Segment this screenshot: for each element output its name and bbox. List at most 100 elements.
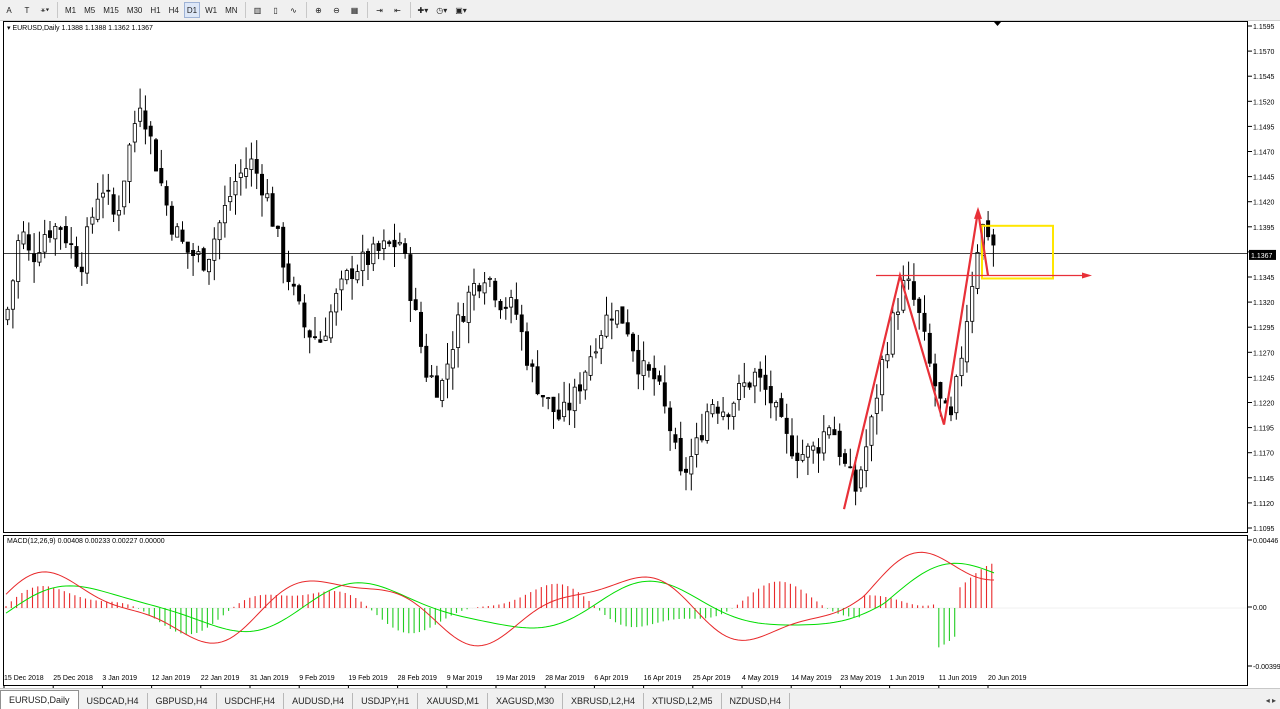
chart-tab[interactable]: XBRUSD,L2,H4 xyxy=(563,693,645,709)
candle-up xyxy=(238,172,243,178)
timeframe-mn-button[interactable]: MN xyxy=(222,2,240,18)
line-chart-icon[interactable]: ∿ xyxy=(286,2,302,18)
candle-down xyxy=(609,318,614,321)
tab-scroll-arrows-icon[interactable]: ◂ ▸ xyxy=(1266,696,1276,705)
chart-tab[interactable]: USDCHF,H4 xyxy=(217,693,285,709)
indicators-dropdown-icon[interactable]: ✚▾ xyxy=(415,2,432,18)
chart-window[interactable]: ▾ EURUSD,Daily 1.1388 1.1388 1.1362 1.13… xyxy=(0,21,1280,688)
candle-up xyxy=(970,286,975,322)
price-tick-label: 1.1520 xyxy=(1253,99,1275,106)
candle-up xyxy=(896,311,901,315)
chart-tab[interactable]: NZDUSD,H4 xyxy=(722,693,791,709)
candle-down xyxy=(620,306,625,324)
candle-down xyxy=(673,434,678,443)
candle-down xyxy=(567,402,572,411)
chart-shift-icon[interactable]: ⇤ xyxy=(390,2,406,18)
candle-up xyxy=(206,258,211,273)
candle-up xyxy=(116,210,121,216)
candle-up xyxy=(53,225,58,240)
templates-dropdown-icon[interactable]: ▣▾ xyxy=(452,2,470,18)
candle-up xyxy=(212,238,217,261)
candle-down xyxy=(917,298,922,313)
candle-down xyxy=(259,173,264,196)
candle-down xyxy=(514,299,519,315)
chart-tab[interactable]: USDCAD,H4 xyxy=(79,693,148,709)
shapes-dropdown-icon[interactable]: ⚹▾ xyxy=(37,2,53,18)
price-tick-label: 1.1495 xyxy=(1253,124,1275,131)
candle-down xyxy=(418,311,423,347)
candle-up xyxy=(774,402,779,408)
candle-down xyxy=(32,253,37,263)
candle-up xyxy=(964,321,969,363)
candle-down xyxy=(535,366,540,395)
candle-down xyxy=(477,285,482,292)
zoom-out-icon[interactable]: ⊖ xyxy=(329,2,345,18)
toolbar-separator xyxy=(244,2,246,18)
candle-down xyxy=(387,241,392,245)
candle-down xyxy=(768,386,773,404)
chart-tabs-bar: EURUSD,Daily USDCAD,H4 GBPUSD,H4 USDCHF,H4 A… xyxy=(0,688,1280,709)
timeframe-m15-button[interactable]: M15 xyxy=(100,2,122,18)
chart-tab[interactable]: USDJPY,H1 xyxy=(353,693,419,709)
timeframe-w1-button[interactable]: W1 xyxy=(202,2,220,18)
candle-up xyxy=(328,311,333,339)
timeframe-d1-button[interactable]: D1 xyxy=(183,2,201,18)
text-tool-icon[interactable]: A xyxy=(1,2,17,18)
timeframe-m5-button[interactable]: M5 xyxy=(81,2,98,18)
price-chart-panel[interactable]: ▾ EURUSD,Daily 1.1388 1.1388 1.1362 1.13… xyxy=(3,21,1248,533)
price-tick-label: 1.1570 xyxy=(1253,49,1275,56)
candle-down xyxy=(986,220,991,238)
price-tick-label: 1.1170 xyxy=(1253,451,1274,458)
candle-up xyxy=(466,291,471,323)
price-tick-label: 1.1370 xyxy=(1253,250,1275,257)
candle-down xyxy=(678,437,683,472)
toolbar-separator xyxy=(366,2,368,18)
candle-down xyxy=(646,364,651,371)
candles-group xyxy=(5,88,996,506)
timeframe-m30-button[interactable]: M30 xyxy=(124,2,146,18)
macd-label: MACD(12,26,9) 0.00408 0.00233 0.00227 0.… xyxy=(7,538,165,545)
candle-down xyxy=(153,139,158,172)
candle-up xyxy=(890,312,895,355)
candle-up xyxy=(244,168,249,177)
periods-dropdown-icon[interactable]: ◷▾ xyxy=(433,2,450,18)
chart-tab[interactable]: AUDUSD,H4 xyxy=(284,693,354,709)
candle-up xyxy=(196,251,201,255)
candle-down xyxy=(519,314,524,333)
candle-up xyxy=(858,469,863,489)
chart-tab[interactable]: GBPUSD,H4 xyxy=(148,693,217,709)
price-tick-label: 1.1220 xyxy=(1253,401,1275,408)
candle-down xyxy=(408,254,413,301)
price-tick-label: 1.1195 xyxy=(1253,426,1274,433)
candle-down xyxy=(159,167,164,184)
candle-up xyxy=(874,397,879,414)
candle-down xyxy=(949,406,954,416)
candle-down xyxy=(58,227,63,230)
macd-panel[interactable]: MACD(12,26,9) 0.00408 0.00233 0.00227 0.… xyxy=(3,535,1248,686)
timeframe-m1-button[interactable]: M1 xyxy=(62,2,79,18)
chart-tab[interactable]: XAGUSD,M30 xyxy=(488,693,563,709)
candle-down xyxy=(625,322,630,335)
zoom-in-icon[interactable]: ⊕ xyxy=(311,2,327,18)
candle-down xyxy=(74,246,79,267)
chart-tab[interactable]: EURUSD,Daily xyxy=(0,690,79,709)
candle-down xyxy=(275,225,280,229)
bar-chart-icon[interactable]: ▥ xyxy=(250,2,266,18)
candle-up xyxy=(42,234,47,253)
timeframe-h1-button[interactable]: H1 xyxy=(147,2,163,18)
candle-up xyxy=(222,205,227,224)
candle-down xyxy=(286,263,291,283)
chart-tab[interactable]: XAUUSD,M1 xyxy=(418,693,488,709)
candle-up xyxy=(509,297,514,308)
candlestick-chart-icon[interactable]: ▯ xyxy=(268,2,284,18)
current-price-marker xyxy=(1249,249,1276,260)
autoscroll-icon[interactable]: ⇥ xyxy=(372,2,388,18)
tile-windows-icon[interactable]: ▦ xyxy=(347,2,363,18)
candle-down xyxy=(991,234,996,246)
chart-tab[interactable]: XTIUSD,L2,M5 xyxy=(644,693,722,709)
candle-up xyxy=(805,445,810,458)
candle-down xyxy=(911,281,916,300)
text-label-tool-icon[interactable]: T xyxy=(19,2,35,18)
candle-up xyxy=(175,226,180,238)
timeframe-h4-button[interactable]: H4 xyxy=(166,2,182,18)
